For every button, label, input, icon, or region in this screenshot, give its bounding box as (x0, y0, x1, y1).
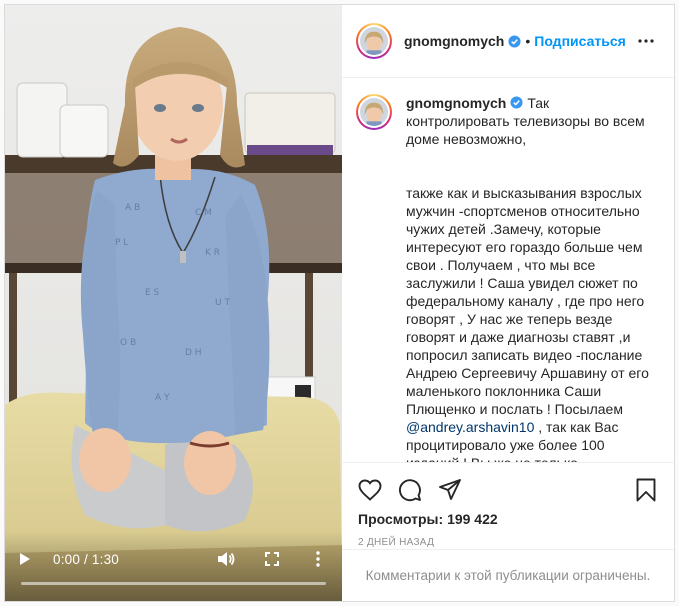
verified-badge-icon (508, 34, 521, 48)
video-progress-bar[interactable] (21, 582, 326, 585)
caption-text: gnomgnomych Так контролировать телевизоры… (406, 94, 654, 462)
svg-text:C M: C M (195, 208, 212, 218)
more-horizontal-icon[interactable] (634, 29, 658, 53)
video-player[interactable]: A BC M P LK R E SU T O BD H A Y 0:00 / 1… (5, 5, 342, 601)
video-time: 0:00 / 1:30 (53, 551, 120, 567)
post-side-panel: gnomgnomych • Подписаться gnomgnomych Так… (342, 5, 674, 601)
svg-text:K R: K R (205, 248, 220, 258)
svg-text:U T: U T (215, 298, 230, 308)
svg-text:A B: A B (125, 203, 140, 213)
svg-text:D H: D H (185, 348, 202, 358)
post-date[interactable]: 2 ДНЕЙ НАЗАД (342, 537, 674, 548)
mention-link[interactable]: @andrey.arshavin10 (406, 419, 534, 435)
post-header: gnomgnomych • Подписаться (342, 5, 674, 78)
views-count: Просмотры: 199 422 (342, 511, 674, 527)
separator-dot: • (525, 33, 531, 49)
caption-section: gnomgnomych Так контролировать телевизоры… (342, 78, 674, 462)
video-control-row: 0:00 / 1:30 (19, 549, 328, 569)
svg-text:P L: P L (115, 238, 128, 248)
volume-icon[interactable] (216, 549, 236, 569)
comment-icon[interactable] (390, 470, 430, 510)
video-frame: A B C M P L K R E S U T O B D H A Y (5, 5, 342, 601)
action-bar (342, 469, 674, 511)
verified-badge-icon (510, 96, 523, 109)
follow-button[interactable]: Подписаться (534, 33, 626, 49)
views-value: 199 422 (447, 511, 498, 527)
video-controls: 0:00 / 1:30 (5, 531, 342, 601)
username-link[interactable]: gnomgnomych (404, 33, 504, 49)
post-card: A BC M P LK R E SU T O BD H A Y 0:00 / 1… (4, 4, 675, 602)
svg-text:O B: O B (120, 338, 136, 348)
bookmark-icon[interactable] (626, 470, 666, 510)
svg-text:E S: E S (145, 288, 160, 298)
post-actions-section: Просмотры: 199 422 2 ДНЕЙ НАЗАД Коммента… (342, 462, 674, 601)
svg-text:A Y: A Y (155, 393, 170, 403)
share-icon[interactable] (430, 470, 470, 510)
views-label: Просмотры: (358, 511, 444, 527)
caption-paragraph-2: также как и высказывания взрослых мужчин… (406, 185, 649, 417)
avatar[interactable] (356, 23, 392, 59)
more-vertical-icon[interactable] (308, 549, 328, 569)
heart-icon[interactable] (350, 470, 390, 510)
comments-disabled-notice: Комментарии к этой публикации ограничены… (342, 549, 674, 601)
caption-username[interactable]: gnomgnomych (406, 95, 506, 111)
caption-avatar[interactable] (356, 94, 392, 130)
fullscreen-icon[interactable] (262, 549, 282, 569)
play-icon[interactable] (19, 549, 39, 569)
